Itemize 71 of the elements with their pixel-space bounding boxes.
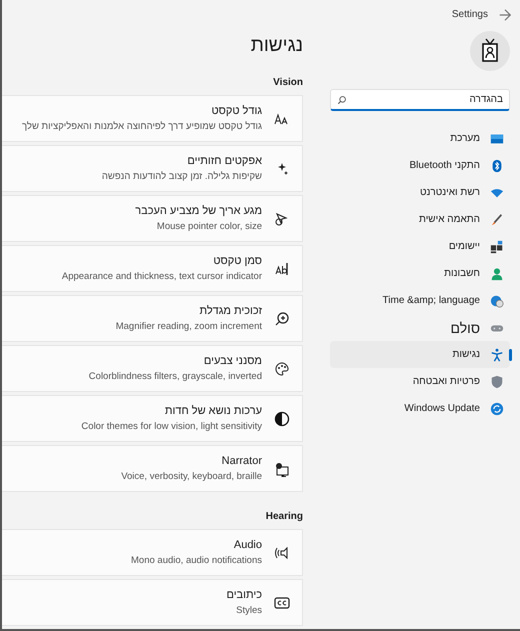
sidebar-label: התאמה אישית xyxy=(419,214,480,225)
settings-card[interactable]: Narrator Voice, verbosity, keyboard, braille xyxy=(2,445,303,492)
sidebar-item[interactable]: Time &amp; language xyxy=(330,287,510,314)
refresh-icon xyxy=(490,402,504,416)
sidebar-label: רשת ואינטרנט xyxy=(420,187,480,198)
card-description: Magnifier reading, zoom increment xyxy=(116,321,262,332)
sidebar-item[interactable]: סולם xyxy=(330,314,510,341)
section-heading: Hearing xyxy=(264,511,303,522)
selection-indicator xyxy=(509,349,512,361)
card-title: גודל טקסט xyxy=(210,105,262,117)
palette-icon xyxy=(274,360,290,376)
sidebar-item[interactable]: התקני Bluetooth xyxy=(330,152,510,179)
brush-icon xyxy=(490,212,504,226)
search-icon xyxy=(337,95,347,105)
sidebar-label: חשבונות xyxy=(444,268,480,279)
card-title: סמן טקסט xyxy=(212,255,262,267)
sidebar-item[interactable]: פרטיות ואבטחה xyxy=(330,368,510,395)
sidebar-item[interactable]: חשבונות xyxy=(330,260,510,287)
card-description: Colorblindness filters, grayscale, inverted xyxy=(88,371,262,382)
card-title: ערכות נושא של חדות xyxy=(164,405,262,417)
pointer-icon xyxy=(274,210,290,226)
card-description: שקיפות גלילה. זמן קצוב להודעות הנפשה xyxy=(102,171,262,182)
magnifier-icon xyxy=(274,310,290,326)
speaker-icon xyxy=(274,544,290,560)
narrator-icon xyxy=(274,460,290,476)
page-title: נגישות xyxy=(250,35,303,58)
card-title: מגע אריך של מצביע העכבר xyxy=(135,205,262,217)
sidebar-item[interactable]: נגישות xyxy=(330,341,510,368)
sidebar-label: פרטיות ואבטחה xyxy=(412,376,480,387)
back-arrow-icon[interactable] xyxy=(498,8,512,22)
card-description: Mono audio, audio notifications xyxy=(131,555,262,566)
shield-icon xyxy=(490,374,504,388)
sidebar-label: מערכת xyxy=(450,133,480,144)
sidebar-label: נגישות xyxy=(452,349,480,360)
settings-card[interactable]: Audio Mono audio, audio notifications xyxy=(2,529,303,576)
card-title: אפקטים חזותיים xyxy=(186,155,262,167)
apps-icon xyxy=(490,240,504,254)
captions-icon xyxy=(274,594,290,610)
settings-card[interactable]: גודל טקסט גודל טקסט שמופיע דרך לפיהחוצה אלמנות והאפליקציות שלך xyxy=(2,95,303,142)
sidebar-label: יישומים xyxy=(448,241,480,252)
sidebar-item[interactable]: רשת ואינטרנט xyxy=(330,179,510,206)
card-description: גודל טקסט שמופיע דרך לפיהחוצה אלמנות והאפליקציות שלך xyxy=(22,121,262,132)
settings-card[interactable]: אפקטים חזותיים שקיפות גלילה. זמן קצוב להודעות הנפשה xyxy=(2,145,303,192)
section-heading: Vision xyxy=(272,77,303,88)
text-cursor-icon xyxy=(274,260,290,276)
sidebar-label: Windows Update xyxy=(404,403,480,414)
card-description: Appearance and thickness, text cursor indicator xyxy=(62,271,262,282)
bluetooth-icon xyxy=(490,158,504,172)
sidebar-item[interactable]: התאמה אישית xyxy=(330,206,510,233)
accessibility-icon xyxy=(490,348,504,362)
card-title: זכוכית מגדלת xyxy=(198,305,262,317)
globe-clock-icon xyxy=(490,294,504,308)
search-field[interactable]: בהגדרה xyxy=(330,89,510,111)
card-title: Narrator xyxy=(220,455,262,467)
card-description: Mouse pointer color, size xyxy=(156,221,262,232)
sidebar-label: סולם xyxy=(450,320,480,336)
card-title: כיתובים xyxy=(226,589,262,601)
window-title: Settings xyxy=(452,9,488,20)
sidebar-label: Time &amp; language xyxy=(382,295,480,306)
sidebar-label: התקני Bluetooth xyxy=(410,160,480,171)
sidebar-item[interactable]: יישומים xyxy=(330,233,510,260)
sidebar-item[interactable]: Windows Update xyxy=(330,395,510,422)
card-description: Color themes for low vision, light sensitivity xyxy=(81,421,262,432)
card-title: Audio xyxy=(232,539,262,551)
monitor-icon xyxy=(490,132,504,146)
sidebar-item[interactable]: מערכת xyxy=(330,125,510,152)
contrast-icon xyxy=(274,410,290,426)
card-title: מסנני צבעים xyxy=(202,355,262,367)
card-description: Voice, verbosity, keyboard, braille xyxy=(121,471,262,482)
card-description: Styles xyxy=(235,605,262,616)
person-icon xyxy=(490,266,504,280)
